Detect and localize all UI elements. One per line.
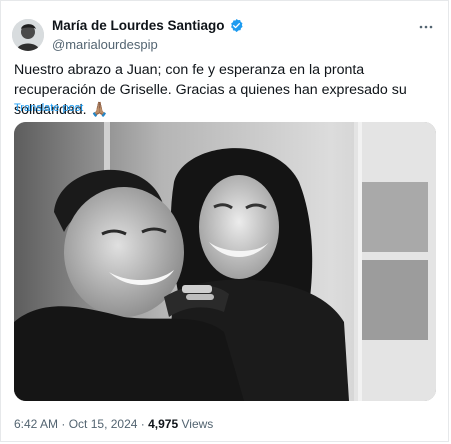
views-count: 4,975	[148, 417, 179, 431]
post-meta: 6:42 AM · Oct 15, 2024 · 4,975 Views	[14, 417, 213, 431]
author-avatar[interactable]	[12, 19, 44, 51]
author-name-row: María de Lourdes Santiago	[52, 18, 244, 33]
more-options-icon[interactable]	[418, 19, 434, 40]
avatar-image	[12, 19, 44, 51]
post-date[interactable]: Oct 15, 2024	[69, 417, 138, 431]
translate-post-link[interactable]: Translate post	[14, 102, 83, 114]
views-label: Views	[181, 417, 214, 431]
author-name[interactable]: María de Lourdes Santiago	[52, 18, 225, 33]
author-handle[interactable]: @marialourdespip	[52, 37, 158, 52]
meta-separator: ·	[140, 417, 145, 431]
post-card: María de Lourdes Santiago @marialourdesp…	[0, 0, 449, 442]
meta-separator: ·	[61, 417, 66, 431]
verified-badge-icon	[229, 18, 244, 33]
photo-couple-image	[14, 122, 436, 401]
post-photo[interactable]	[14, 122, 436, 401]
post-time[interactable]: 6:42 AM	[14, 417, 58, 431]
